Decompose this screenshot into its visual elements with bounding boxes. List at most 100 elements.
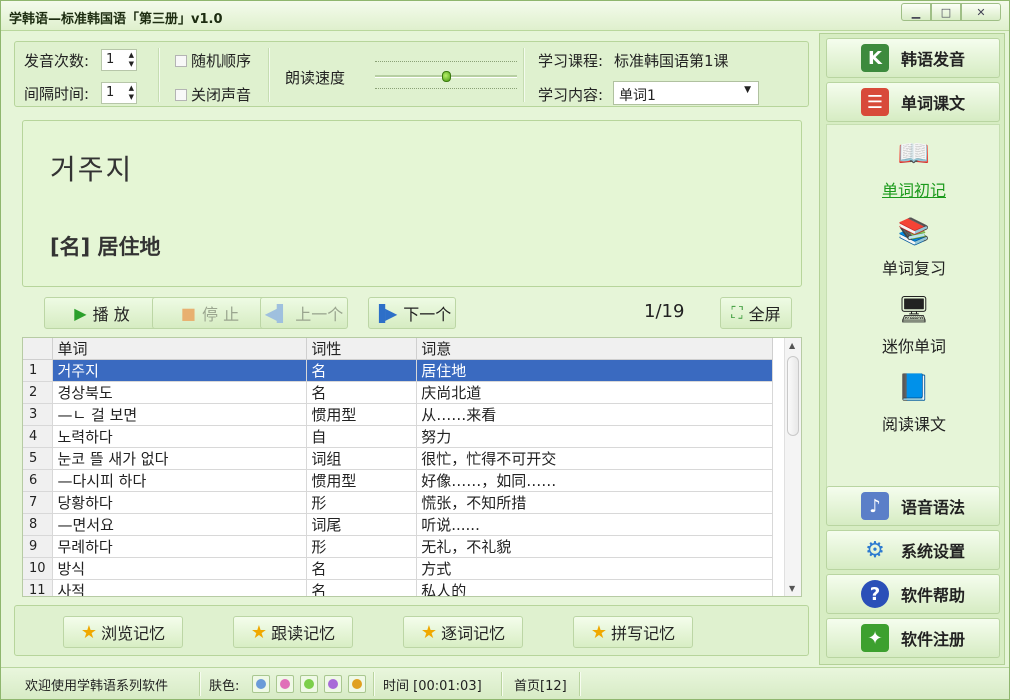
content-label: 学习内容: bbox=[538, 86, 604, 104]
table-row[interactable]: 1 거주지 名居住地 bbox=[23, 359, 773, 382]
sidebar-item-word-initial[interactable]: 📖 单词初记 bbox=[827, 137, 1001, 201]
browse-memory-label: 浏览记忆 bbox=[101, 624, 166, 643]
table-row[interactable]: 2 경상북도 名庆尚北道 bbox=[23, 381, 773, 404]
home-page-indicator[interactable]: 首页[12] bbox=[514, 675, 567, 694]
prev-button[interactable]: ◀▌ 上一个 bbox=[260, 297, 348, 329]
playback-controls: ▶ 播 放 ■ 停 止 ◀▌ 上一个 ▐▶ 下一个 1/19 ⛶ 全屏 bbox=[22, 289, 802, 337]
table-row[interactable]: 7 당황하다 形慌张，不知所措 bbox=[23, 491, 773, 514]
read-speed-slider-handle[interactable] bbox=[442, 71, 451, 82]
divider bbox=[523, 48, 525, 102]
skin-color-swatch[interactable] bbox=[300, 675, 318, 693]
maximize-icon: □ bbox=[940, 5, 952, 19]
slider-ticks bbox=[375, 61, 517, 63]
word-text-button[interactable]: ☰ 单词课文 bbox=[826, 82, 1000, 122]
table-row[interactable]: 8 —면서요 词尾 听说...... bbox=[23, 513, 773, 536]
sidebar-item-word-review[interactable]: 📚 单词复习 bbox=[827, 215, 1001, 279]
memory-mode-bar: ★ 浏览记忆 ★ 跟读记忆 ★ 逐词记忆 ★ 拼写记忆 bbox=[14, 605, 809, 656]
table-row[interactable]: 3 —ㄴ 걸 보면 惯用型 从……来看 bbox=[23, 403, 773, 426]
mute-checkbox[interactable]: 关闭声音 bbox=[175, 84, 251, 105]
pos-cell: 惯用型 bbox=[306, 403, 418, 426]
row-number: 9 bbox=[23, 535, 54, 558]
fullscreen-button[interactable]: ⛶ 全屏 bbox=[720, 297, 792, 329]
maximize-button[interactable]: □ bbox=[931, 3, 961, 21]
checkbox-box[interactable] bbox=[175, 88, 187, 101]
scrollbar-thumb[interactable] bbox=[787, 356, 799, 436]
star-icon: ★ bbox=[80, 621, 98, 643]
system-settings-button[interactable]: ⚙ 系统设置 bbox=[826, 530, 1000, 570]
window-title: 学韩语—标准韩国语「第三册」v1.0 bbox=[9, 12, 223, 27]
star-icon: ★ bbox=[250, 621, 268, 643]
interval-stepper[interactable]: 1 ▲ ▼ bbox=[101, 82, 137, 104]
checkbox-box[interactable] bbox=[175, 54, 187, 67]
stepper-arrows-icon[interactable]: ▲ ▼ bbox=[129, 84, 134, 102]
meaning-cell: 慌张，不知所措 bbox=[416, 491, 773, 514]
word-by-word-memory-button[interactable]: ★ 逐词记忆 bbox=[403, 616, 523, 648]
table-row[interactable]: 6 —다시피 하다 惯用型 好像……，如同…… bbox=[23, 469, 773, 492]
color-dot-icon bbox=[280, 679, 290, 689]
content-select[interactable]: 单词1 ▼ bbox=[613, 81, 759, 105]
table-row[interactable]: 4 노력하다 自努力 bbox=[23, 425, 773, 448]
table-scrollbar[interactable]: ▲ ▼ bbox=[784, 338, 801, 596]
spelling-memory-button[interactable]: ★ 拼写记忆 bbox=[573, 616, 693, 648]
software-help-button[interactable]: ? 软件帮助 bbox=[826, 574, 1000, 614]
close-button[interactable]: ✕ bbox=[961, 3, 1001, 21]
next-button[interactable]: ▐▶ 下一个 bbox=[368, 297, 456, 329]
skin-color-swatch[interactable] bbox=[324, 675, 342, 693]
column-header-pos[interactable]: 词性 bbox=[306, 338, 418, 360]
random-order-checkbox[interactable]: 随机顺序 bbox=[175, 50, 251, 71]
software-register-button[interactable]: ✦ 软件注册 bbox=[826, 618, 1000, 658]
mini-words-label: 迷你单词 bbox=[881, 337, 946, 356]
minimize-button[interactable]: ▁ bbox=[901, 3, 931, 21]
word-cell: 무례하다 bbox=[52, 535, 308, 558]
sidebar-item-mini-words[interactable]: 🖥 迷你单词 bbox=[827, 293, 1001, 357]
slider-ticks bbox=[375, 88, 517, 90]
pos-cell: 名 bbox=[306, 557, 418, 580]
column-header-meaning[interactable]: 词意 bbox=[416, 338, 773, 360]
browse-memory-button[interactable]: ★ 浏览记忆 bbox=[63, 616, 183, 648]
divider bbox=[501, 672, 503, 696]
mute-label: 关闭声音 bbox=[191, 86, 252, 104]
voice-grammar-button[interactable]: ♪ 语音语法 bbox=[826, 486, 1000, 526]
interval-label: 间隔时间: bbox=[24, 85, 90, 103]
title-bar: 学韩语—标准韩国语「第三册」v1.0 ▁ □ ✕ bbox=[1, 1, 1009, 31]
table-row[interactable]: 5 눈코 뜰 새가 없다 词组 很忙，忙得不可开交 bbox=[23, 447, 773, 470]
system-settings-label: 系统设置 bbox=[901, 542, 966, 561]
word-text-label: 单词课文 bbox=[901, 94, 966, 113]
elapsed-time: 时间 [00:01:03] bbox=[383, 679, 482, 694]
scroll-up-icon[interactable]: ▲ bbox=[789, 341, 795, 350]
korean-word: 거주지 bbox=[50, 153, 134, 186]
sidebar-item-read-text[interactable]: 📘 阅读课文 bbox=[827, 371, 1001, 435]
status-bar: 欢迎使用学韩语系列软件 肤色: 时间 [00:01:03] 首页[12] bbox=[1, 667, 1009, 699]
row-number: 2 bbox=[23, 381, 54, 404]
word-by-word-memory-label: 逐词记忆 bbox=[441, 624, 506, 643]
table-row[interactable]: 11 사적 名私人的 bbox=[23, 579, 773, 596]
star-icon: ★ bbox=[590, 621, 608, 643]
follow-memory-button[interactable]: ★ 跟读记忆 bbox=[233, 616, 353, 648]
stepper-arrows-icon[interactable]: ▲ ▼ bbox=[129, 51, 134, 69]
fullscreen-icon: ⛶ bbox=[731, 303, 743, 322]
word-table[interactable]: 单词 词性 词意 1 거주지 名居住地 2 경상북도 名庆尚北道 3 —ㄴ 걸 보면 惯用型 从…… bbox=[22, 337, 802, 597]
chevron-down-icon[interactable]: ▼ bbox=[744, 85, 751, 95]
pos-cell: 自 bbox=[306, 425, 418, 448]
open-book-icon: 📖 bbox=[897, 139, 931, 169]
korean-pronunciation-label: 韩语发音 bbox=[901, 50, 966, 69]
pos-cell: 形 bbox=[306, 535, 418, 558]
skin-color-swatch[interactable] bbox=[276, 675, 294, 693]
table-row[interactable]: 10 방식 名方式 bbox=[23, 557, 773, 580]
pronounce-count-value: 1 bbox=[106, 52, 115, 67]
meaning-cell: 从……来看 bbox=[416, 403, 773, 426]
skin-color-swatch[interactable] bbox=[348, 675, 366, 693]
table-row[interactable]: 9 무례하다 形无礼，不礼貌 bbox=[23, 535, 773, 558]
help-icon: ? bbox=[861, 580, 889, 608]
scroll-down-icon[interactable]: ▼ bbox=[789, 584, 795, 593]
pronounce-count-stepper[interactable]: 1 ▲ ▼ bbox=[101, 49, 137, 71]
play-button[interactable]: ▶ 播 放 bbox=[44, 297, 160, 329]
skin-color-swatch[interactable] bbox=[252, 675, 270, 693]
korean-pronunciation-button[interactable]: K 韩语发音 bbox=[826, 38, 1000, 78]
word-cell: 눈코 뜰 새가 없다 bbox=[52, 447, 308, 470]
register-star-icon: ✦ bbox=[861, 624, 889, 652]
stop-button[interactable]: ■ 停 止 bbox=[152, 297, 268, 329]
stop-icon: ■ bbox=[180, 303, 197, 323]
column-header-word[interactable]: 单词 bbox=[52, 338, 308, 360]
word-cell: 경상북도 bbox=[52, 381, 308, 404]
